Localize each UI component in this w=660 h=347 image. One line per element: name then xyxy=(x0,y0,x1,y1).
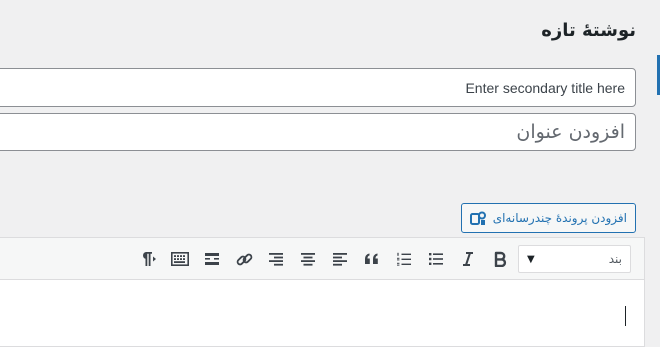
page-title: نوشتهٔ تازه xyxy=(541,20,636,41)
link-icon xyxy=(236,251,253,268)
toolbar-toggle-button[interactable] xyxy=(166,245,194,273)
blockquote-icon xyxy=(364,253,380,265)
post-title-input[interactable] xyxy=(0,113,636,151)
numbered-list-icon xyxy=(396,252,412,267)
bold-icon xyxy=(493,251,507,267)
bullet-list-button[interactable] xyxy=(422,245,450,273)
toolbar-toggle-icon xyxy=(171,252,189,266)
paragraph-mark-icon xyxy=(139,251,157,267)
add-media-label: افزودن پروندهٔ چندرسانه‌ای xyxy=(492,211,627,225)
align-right-icon xyxy=(268,252,284,266)
numbered-list-button[interactable] xyxy=(390,245,418,273)
add-media-button[interactable]: افزودن پروندهٔ چندرسانه‌ای xyxy=(460,203,636,233)
text-caret xyxy=(625,306,626,326)
bullet-list-icon xyxy=(428,252,444,266)
read-more-button[interactable] xyxy=(198,245,226,273)
read-more-icon xyxy=(204,252,220,266)
secondary-title-input[interactable] xyxy=(0,68,636,107)
align-left-button[interactable] xyxy=(326,245,354,273)
italic-icon xyxy=(461,251,475,267)
add-media-icon xyxy=(469,211,487,226)
editor-content-area[interactable] xyxy=(0,280,644,346)
insert-link-button[interactable] xyxy=(230,245,258,273)
italic-button[interactable] xyxy=(454,245,482,273)
chevron-down-icon: ▼ xyxy=(527,253,535,265)
align-center-button[interactable] xyxy=(294,245,322,273)
editor-toolbar: بند ▼ xyxy=(0,238,644,280)
align-right-button[interactable] xyxy=(262,245,290,273)
right-edge-strip xyxy=(656,0,660,329)
align-left-icon xyxy=(332,252,348,266)
format-select-value: بند xyxy=(608,252,622,266)
align-center-icon xyxy=(300,252,316,266)
format-select[interactable]: بند ▼ xyxy=(518,245,631,273)
post-content-editor: بند ▼ xyxy=(0,237,645,347)
bold-button[interactable] xyxy=(486,245,514,273)
blockquote-button[interactable] xyxy=(358,245,386,273)
paragraph-direction-button[interactable] xyxy=(134,245,162,273)
